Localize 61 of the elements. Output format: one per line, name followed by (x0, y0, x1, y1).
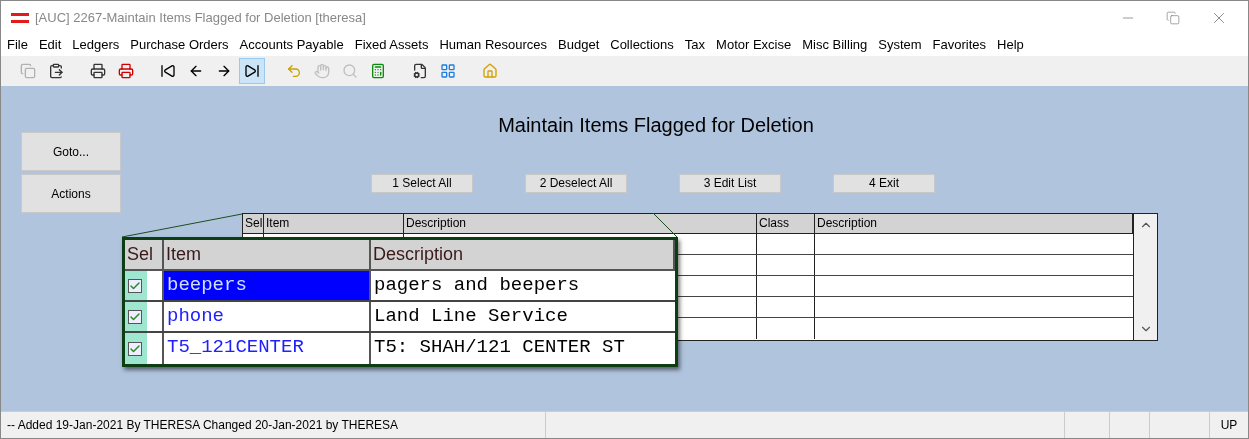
toolbar-button[interactable] (239, 58, 265, 84)
printer-icon (90, 63, 106, 79)
status-message: -- Added 19-Jan-2021 By THERESA Changed 20-Jan-2021 by THERESA (1, 412, 546, 438)
copy-icon (20, 63, 36, 79)
checkbox[interactable] (128, 278, 142, 293)
menu-item[interactable]: Purchase Orders (130, 35, 229, 55)
calculator-icon (370, 63, 386, 79)
properties-icon (412, 63, 428, 79)
checkbox[interactable] (128, 341, 142, 356)
colored-squares-icon (440, 63, 456, 79)
action-button[interactable]: 1 Select All (371, 174, 473, 193)
column-header: Item (164, 240, 371, 269)
menu-item[interactable]: Favorites (932, 35, 987, 55)
side-button[interactable]: Goto... (21, 132, 121, 171)
menu-item[interactable]: Fixed Assets (354, 35, 429, 55)
home-icon (482, 63, 498, 79)
check-icon (129, 342, 141, 355)
scrollbar[interactable] (1133, 214, 1157, 340)
action-button[interactable]: 3 Edit List (679, 174, 781, 193)
check-icon (129, 310, 141, 323)
window-title: [AUC] 2267-Maintain Items Flagged for Deletion [theresa] (35, 8, 366, 27)
menu-item[interactable]: Human Resources (439, 35, 548, 55)
column-header: Class (757, 214, 815, 233)
status-mode: UP (1219, 417, 1239, 434)
last-record-icon (244, 63, 260, 79)
action-button[interactable]: 4 Exit (833, 174, 935, 193)
table-cell: T5_121CENTER (164, 333, 371, 364)
menu-item[interactable]: System (878, 35, 922, 55)
checkbox[interactable] (128, 309, 142, 324)
menu-item[interactable]: Tax (684, 35, 706, 55)
app-logo-icon (11, 12, 29, 23)
column-header: Sel (243, 214, 264, 233)
check-icon (129, 279, 141, 292)
printer-icon (118, 63, 134, 79)
menu-item[interactable]: Misc Billing (802, 35, 868, 55)
table-cell-text: Land Line Service (373, 304, 569, 329)
first-record-icon (160, 63, 176, 79)
table-cell: beepers (164, 271, 371, 300)
menu-item[interactable]: File (7, 35, 28, 55)
action-button[interactable]: 2 Deselect All (525, 174, 627, 193)
column-header: Sel (125, 240, 164, 269)
menu-item[interactable]: Budget (558, 35, 600, 55)
column-header: Description (371, 240, 675, 269)
side-button[interactable]: Actions (21, 174, 121, 213)
search-icon (342, 63, 358, 79)
hand-icon (314, 63, 330, 79)
menu-item[interactable]: Accounts Payable (239, 35, 344, 55)
column-header: Description (404, 214, 757, 233)
table-cell-text: T5: SHAH/121 CENTER ST (373, 335, 626, 360)
menu-item[interactable]: Help (997, 35, 1024, 55)
page-heading: Maintain Items Flagged for Deletion (498, 113, 814, 137)
table-cell: phone (164, 302, 371, 331)
back-arrow-icon (286, 63, 302, 79)
menu-item[interactable]: Ledgers (72, 35, 120, 55)
leader-line (652, 212, 678, 238)
menu-item[interactable]: Collections (610, 35, 674, 55)
column-header: Item (264, 214, 404, 233)
menu-item[interactable]: Edit (38, 35, 62, 55)
table-cell-text: pagers and beepers (373, 273, 581, 298)
menu-item[interactable]: Motor Excise (716, 35, 792, 55)
paste-icon (48, 63, 64, 79)
